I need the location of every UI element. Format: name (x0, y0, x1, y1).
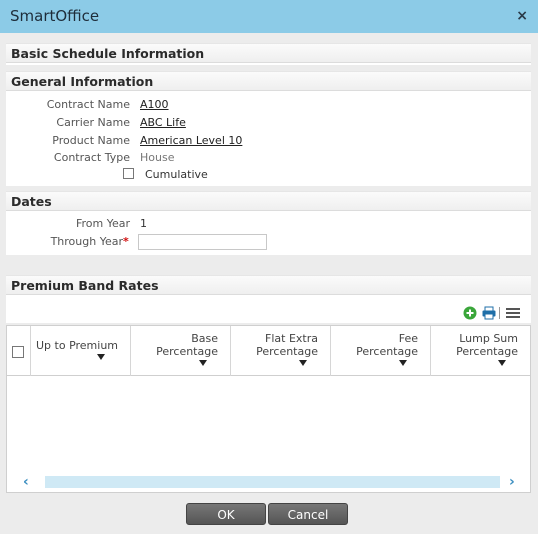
from-year-value: 1 (140, 217, 147, 230)
required-marker: * (123, 235, 129, 248)
through-year-label: Through Year (50, 235, 123, 248)
ok-button[interactable]: OK (186, 503, 266, 525)
contract-type-row: Contract Type House (6, 150, 531, 166)
sort-arrow-icon[interactable] (97, 354, 105, 360)
column-label: Lump Sum Percentage (456, 332, 518, 358)
carrier-name-row: Carrier Name ABC Life (6, 115, 531, 131)
basic-schedule-panel: Basic Schedule Information (6, 43, 531, 65)
column-label: Base Percentage (156, 332, 218, 358)
column-label-line2: Percentage (356, 345, 418, 358)
column-label: Fee Percentage (356, 332, 418, 358)
scroll-track[interactable] (45, 476, 500, 488)
sort-arrow-icon[interactable] (399, 360, 407, 366)
section-header-general: General Information (6, 71, 531, 91)
product-name-row: Product Name American Level 10 (6, 133, 531, 149)
contract-type-value: House (140, 151, 175, 164)
scroll-left-icon[interactable]: ‹ (23, 474, 29, 490)
column-lump-sum-percentage[interactable]: Lump Sum Percentage (431, 326, 530, 376)
column-label-line2: Percentage (156, 345, 218, 358)
column-label-line1: Base (191, 332, 218, 345)
print-icon[interactable] (482, 306, 496, 320)
cumulative-row: Cumulative (123, 167, 323, 183)
grid-toolbar (463, 306, 527, 320)
column-label: Up to Premium (36, 339, 119, 352)
column-label-line2: Percentage (256, 345, 318, 358)
cumulative-checkbox[interactable] (123, 168, 134, 179)
contract-type-label: Contract Type (53, 151, 130, 164)
column-label-line1: Lump Sum (459, 332, 518, 345)
window-title: SmartOffice (10, 7, 100, 25)
carrier-name-link[interactable]: ABC Life (140, 115, 186, 131)
general-information-panel: General Information Contract Name A100 C… (6, 71, 531, 186)
toolbar-divider (499, 307, 500, 319)
column-label-line1: Fee (398, 332, 418, 345)
product-name-link[interactable]: American Level 10 (140, 133, 242, 149)
grid-header: Up to Premium Base Percentage Flat Extra… (7, 326, 530, 376)
grid-body (7, 376, 530, 472)
cumulative-label: Cumulative (145, 168, 208, 181)
from-year-row: From Year 1 (6, 216, 531, 232)
column-label-line1: Flat Extra (265, 332, 318, 345)
through-year-input[interactable] (138, 234, 267, 250)
through-year-row: Through Year * (6, 234, 531, 250)
select-all-checkbox[interactable] (12, 346, 24, 358)
column-label-line2: Percentage (456, 345, 518, 358)
column-up-to-premium[interactable]: Up to Premium (31, 326, 131, 376)
scroll-right-icon[interactable]: › (509, 474, 515, 490)
contract-name-label: Contract Name (46, 98, 130, 111)
close-icon[interactable]: × (516, 8, 528, 24)
horizontal-scrollbar[interactable]: ‹ › (23, 474, 517, 490)
column-fee-percentage[interactable]: Fee Percentage (331, 326, 431, 376)
sort-arrow-icon[interactable] (299, 360, 307, 366)
premium-band-rates-panel: Premium Band Rates (6, 275, 531, 323)
carrier-name-label: Carrier Name (56, 116, 130, 129)
column-base-percentage[interactable]: Base Percentage (131, 326, 231, 376)
section-header-premium: Premium Band Rates (6, 275, 531, 295)
add-icon[interactable] (463, 306, 477, 320)
sort-arrow-icon[interactable] (199, 360, 207, 366)
title-bar: SmartOffice × (0, 0, 538, 33)
from-year-label: From Year (75, 217, 130, 230)
contract-name-row: Contract Name A100 (6, 97, 531, 113)
sort-arrow-icon[interactable] (498, 360, 506, 366)
column-label: Flat Extra Percentage (256, 332, 318, 358)
list-menu-icon[interactable] (505, 306, 521, 320)
dates-panel: Dates From Year 1 Through Year * (6, 191, 531, 255)
section-header-dates: Dates (6, 191, 531, 211)
product-name-label: Product Name (52, 134, 130, 147)
contract-name-link[interactable]: A100 (140, 97, 169, 113)
column-flat-extra-percentage[interactable]: Flat Extra Percentage (231, 326, 331, 376)
premium-band-grid: Up to Premium Base Percentage Flat Extra… (6, 325, 531, 493)
select-all-column (7, 326, 31, 376)
section-header-basic: Basic Schedule Information (6, 43, 531, 63)
cancel-button[interactable]: Cancel (268, 503, 348, 525)
